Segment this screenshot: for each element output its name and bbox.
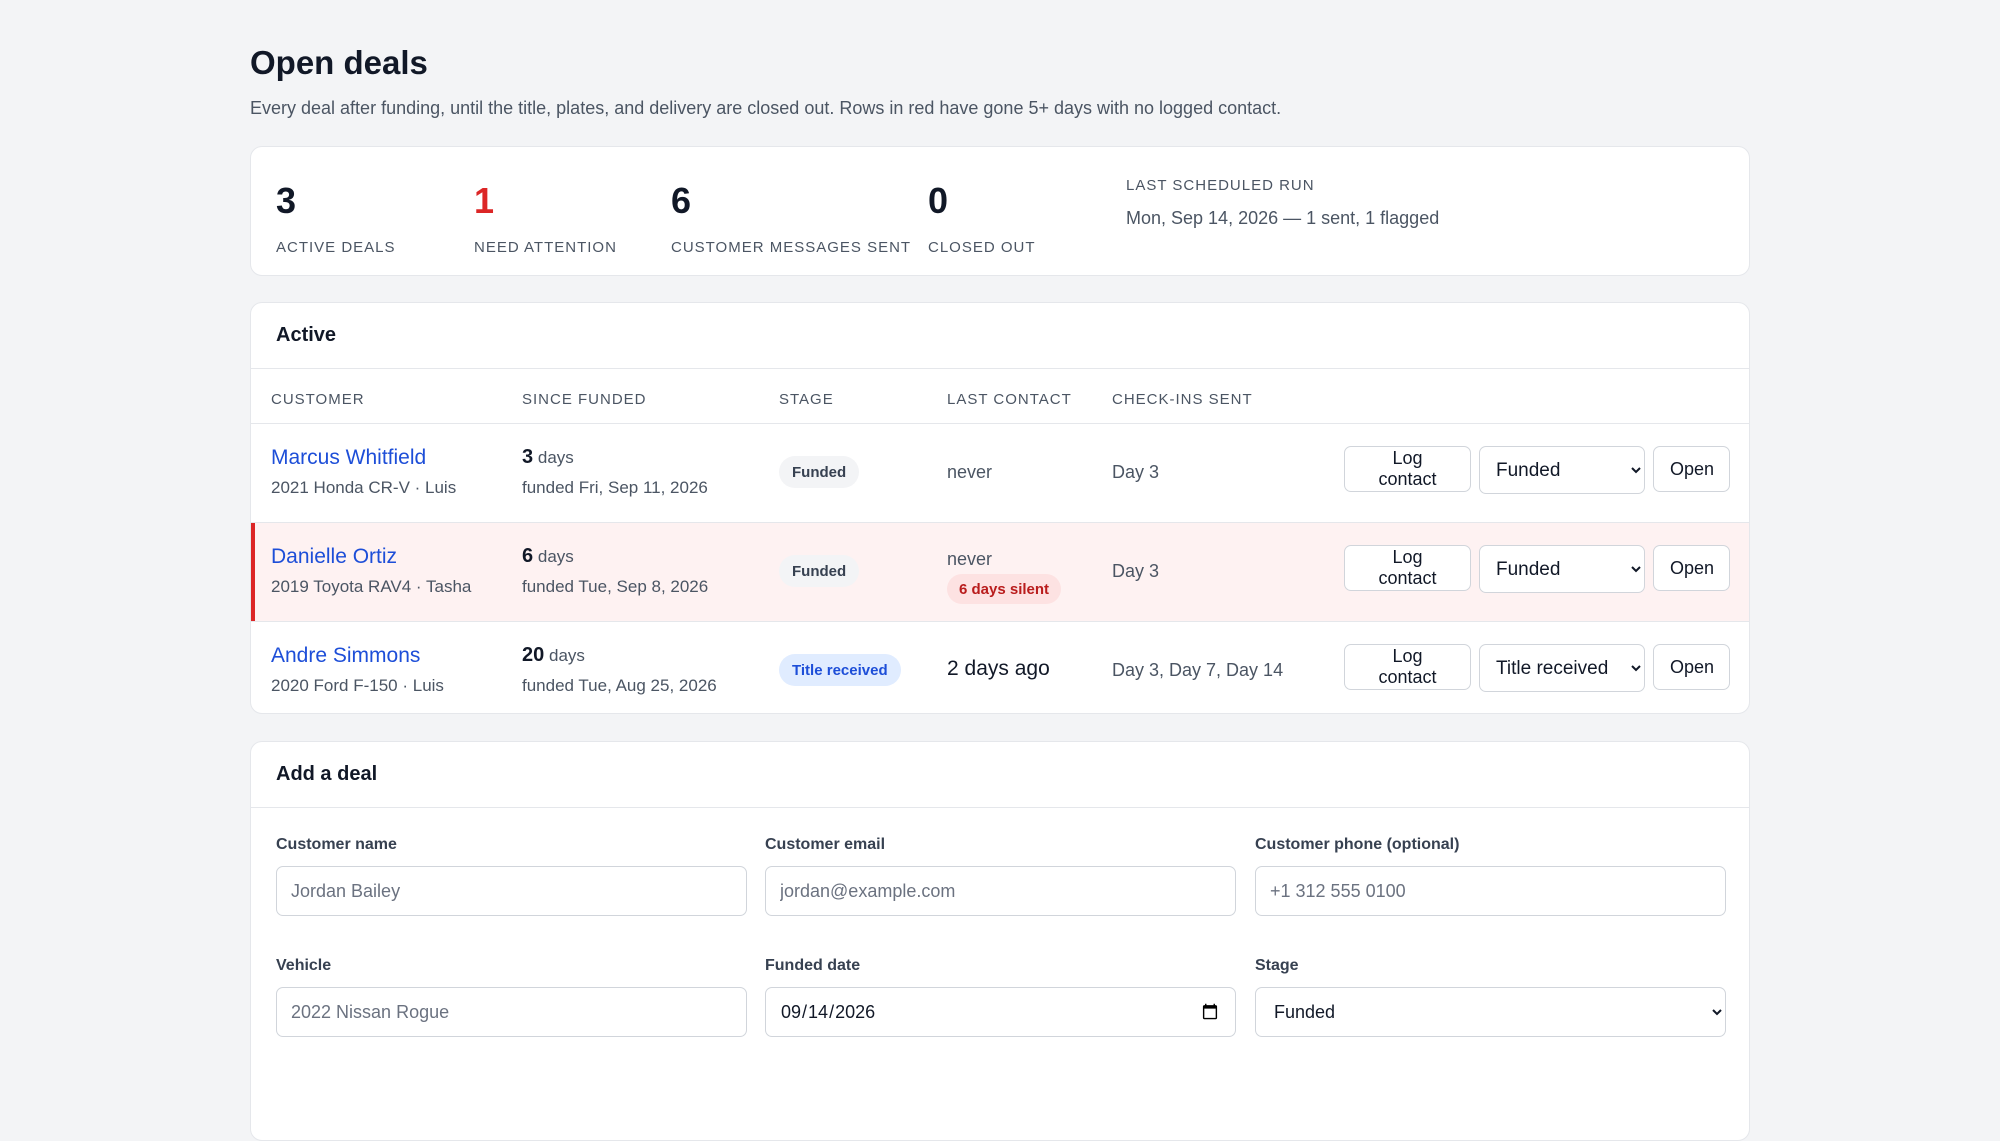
stat-label: CUSTOMER MESSAGES SENT	[671, 239, 912, 256]
funded-date: funded Tue, Sep 8, 2026	[522, 577, 709, 596]
field-label: Customer email	[765, 836, 886, 853]
log-contact-button[interactable]: Log contact	[1344, 446, 1471, 492]
stage-select[interactable]: Funded	[1479, 545, 1645, 593]
table-row: Marcus Whitfield 2021 Honda CR-V · Luis …	[251, 424, 1749, 523]
last-contact: 2 days ago	[947, 657, 1050, 680]
customer-email-field: Customer email	[765, 836, 1236, 916]
customer-phone-input[interactable]	[1255, 866, 1726, 916]
checkins-sent: Day 3	[1112, 561, 1160, 581]
last-contact: never	[947, 549, 993, 569]
stage-field: Stage Funded	[1255, 957, 1726, 1037]
silent-badge: 6 days silent	[947, 574, 1062, 604]
active-title: Active	[251, 303, 1749, 369]
run-value: Mon, Sep 14, 2026 — 1 sent, 1 flagged	[1126, 208, 1440, 228]
run-label: LAST SCHEDULED RUN	[1126, 177, 1315, 194]
vehicle-field: Vehicle	[276, 957, 747, 1037]
funded-date-input[interactable]	[765, 987, 1236, 1037]
table-row-alert: Danielle Ortiz 2019 Toyota RAV4 · Tasha …	[251, 523, 1749, 622]
vehicle-input[interactable]	[276, 987, 747, 1037]
field-label: Stage	[1255, 957, 1299, 974]
active-deals-card: Active CUSTOMER SINCE FUNDED STAGE LAST …	[250, 302, 1750, 714]
last-scheduled-run: LAST SCHEDULED RUN Mon, Sep 14, 2026 — 1…	[1126, 177, 1439, 229]
add-deal-title: Add a deal	[251, 742, 1749, 808]
field-label: Customer phone (optional)	[1255, 836, 1460, 853]
days-value: 20	[522, 644, 545, 666]
days-since-funded: 20 days	[522, 644, 585, 667]
days-value: 3	[522, 446, 534, 468]
stat-active-deals: 3 ACTIVE DEALS	[276, 180, 396, 257]
stats-card: 3 ACTIVE DEALS 1 NEED ATTENTION 6 CUSTOM…	[250, 146, 1750, 276]
stat-value: 3	[276, 180, 297, 221]
col-since-funded: SINCE FUNDED	[522, 391, 647, 408]
customer-link[interactable]: Andre Simmons	[271, 644, 420, 668]
days-unit: days	[537, 547, 574, 566]
funded-date: funded Fri, Sep 11, 2026	[522, 478, 708, 497]
days-unit: days	[537, 448, 574, 467]
customer-link[interactable]: Danielle Ortiz	[271, 545, 397, 569]
stage-select-input[interactable]: Funded	[1255, 987, 1726, 1037]
log-contact-button[interactable]: Log contact	[1344, 545, 1471, 591]
customer-name-field: Customer name	[276, 836, 747, 916]
field-label: Funded date	[765, 957, 861, 974]
checkins-sent: Day 3	[1112, 462, 1160, 482]
customer-name-input[interactable]	[276, 866, 747, 916]
open-button[interactable]: Open	[1653, 446, 1730, 492]
customer-phone-field: Customer phone (optional)	[1255, 836, 1726, 916]
stat-label: NEED ATTENTION	[474, 239, 617, 256]
table-header: CUSTOMER SINCE FUNDED STAGE LAST CONTACT…	[251, 369, 1749, 424]
open-button[interactable]: Open	[1653, 545, 1730, 591]
checkins-sent: Day 3, Day 7, Day 14	[1112, 660, 1284, 680]
stat-label: CLOSED OUT	[928, 239, 1036, 256]
field-label: Vehicle	[276, 957, 332, 974]
stat-value: 6	[671, 180, 692, 221]
customer-link[interactable]: Marcus Whitfield	[271, 446, 426, 470]
stage-select[interactable]: Funded	[1479, 446, 1645, 494]
stat-need-attention: 1 NEED ATTENTION	[474, 180, 617, 257]
col-last-contact: LAST CONTACT	[947, 391, 1072, 408]
stage-badge: Funded	[779, 555, 860, 587]
last-contact: never	[947, 462, 993, 482]
days-unit: days	[548, 646, 585, 665]
stat-label: ACTIVE DEALS	[276, 239, 396, 256]
col-customer: CUSTOMER	[271, 391, 365, 408]
stat-messages-sent: 6 CUSTOMER MESSAGES SENT	[671, 180, 912, 257]
field-label: Customer name	[276, 836, 397, 853]
stat-value: 0	[928, 180, 949, 221]
page-subtitle: Every deal after funding, until the titl…	[250, 98, 1282, 118]
days-value: 6	[522, 545, 534, 567]
stat-closed-out: 0 CLOSED OUT	[928, 180, 1036, 257]
customer-vehicle: 2019 Toyota RAV4 · Tasha	[271, 577, 472, 596]
open-button[interactable]: Open	[1653, 644, 1730, 690]
page-title: Open deals	[250, 44, 428, 81]
stage-select[interactable]: Title received	[1479, 644, 1645, 692]
funded-date-field: Funded date	[765, 957, 1236, 1037]
stat-value: 1	[474, 180, 495, 221]
add-deal-card: Add a deal Customer name Customer email …	[250, 741, 1750, 1141]
log-contact-button[interactable]: Log contact	[1344, 644, 1471, 690]
customer-vehicle: 2020 Ford F-150 · Luis	[271, 676, 444, 695]
stage-badge: Funded	[779, 456, 860, 488]
col-stage: STAGE	[779, 391, 834, 408]
stage-badge: Title received	[779, 654, 901, 686]
customer-email-input[interactable]	[765, 866, 1236, 916]
days-since-funded: 6 days	[522, 545, 574, 568]
table-row: Andre Simmons 2020 Ford F-150 · Luis 20 …	[251, 622, 1749, 713]
funded-date: funded Tue, Aug 25, 2026	[522, 676, 717, 695]
customer-vehicle: 2021 Honda CR-V · Luis	[271, 478, 457, 497]
col-checkins: CHECK-INS SENT	[1112, 391, 1253, 408]
days-since-funded: 3 days	[522, 446, 574, 469]
